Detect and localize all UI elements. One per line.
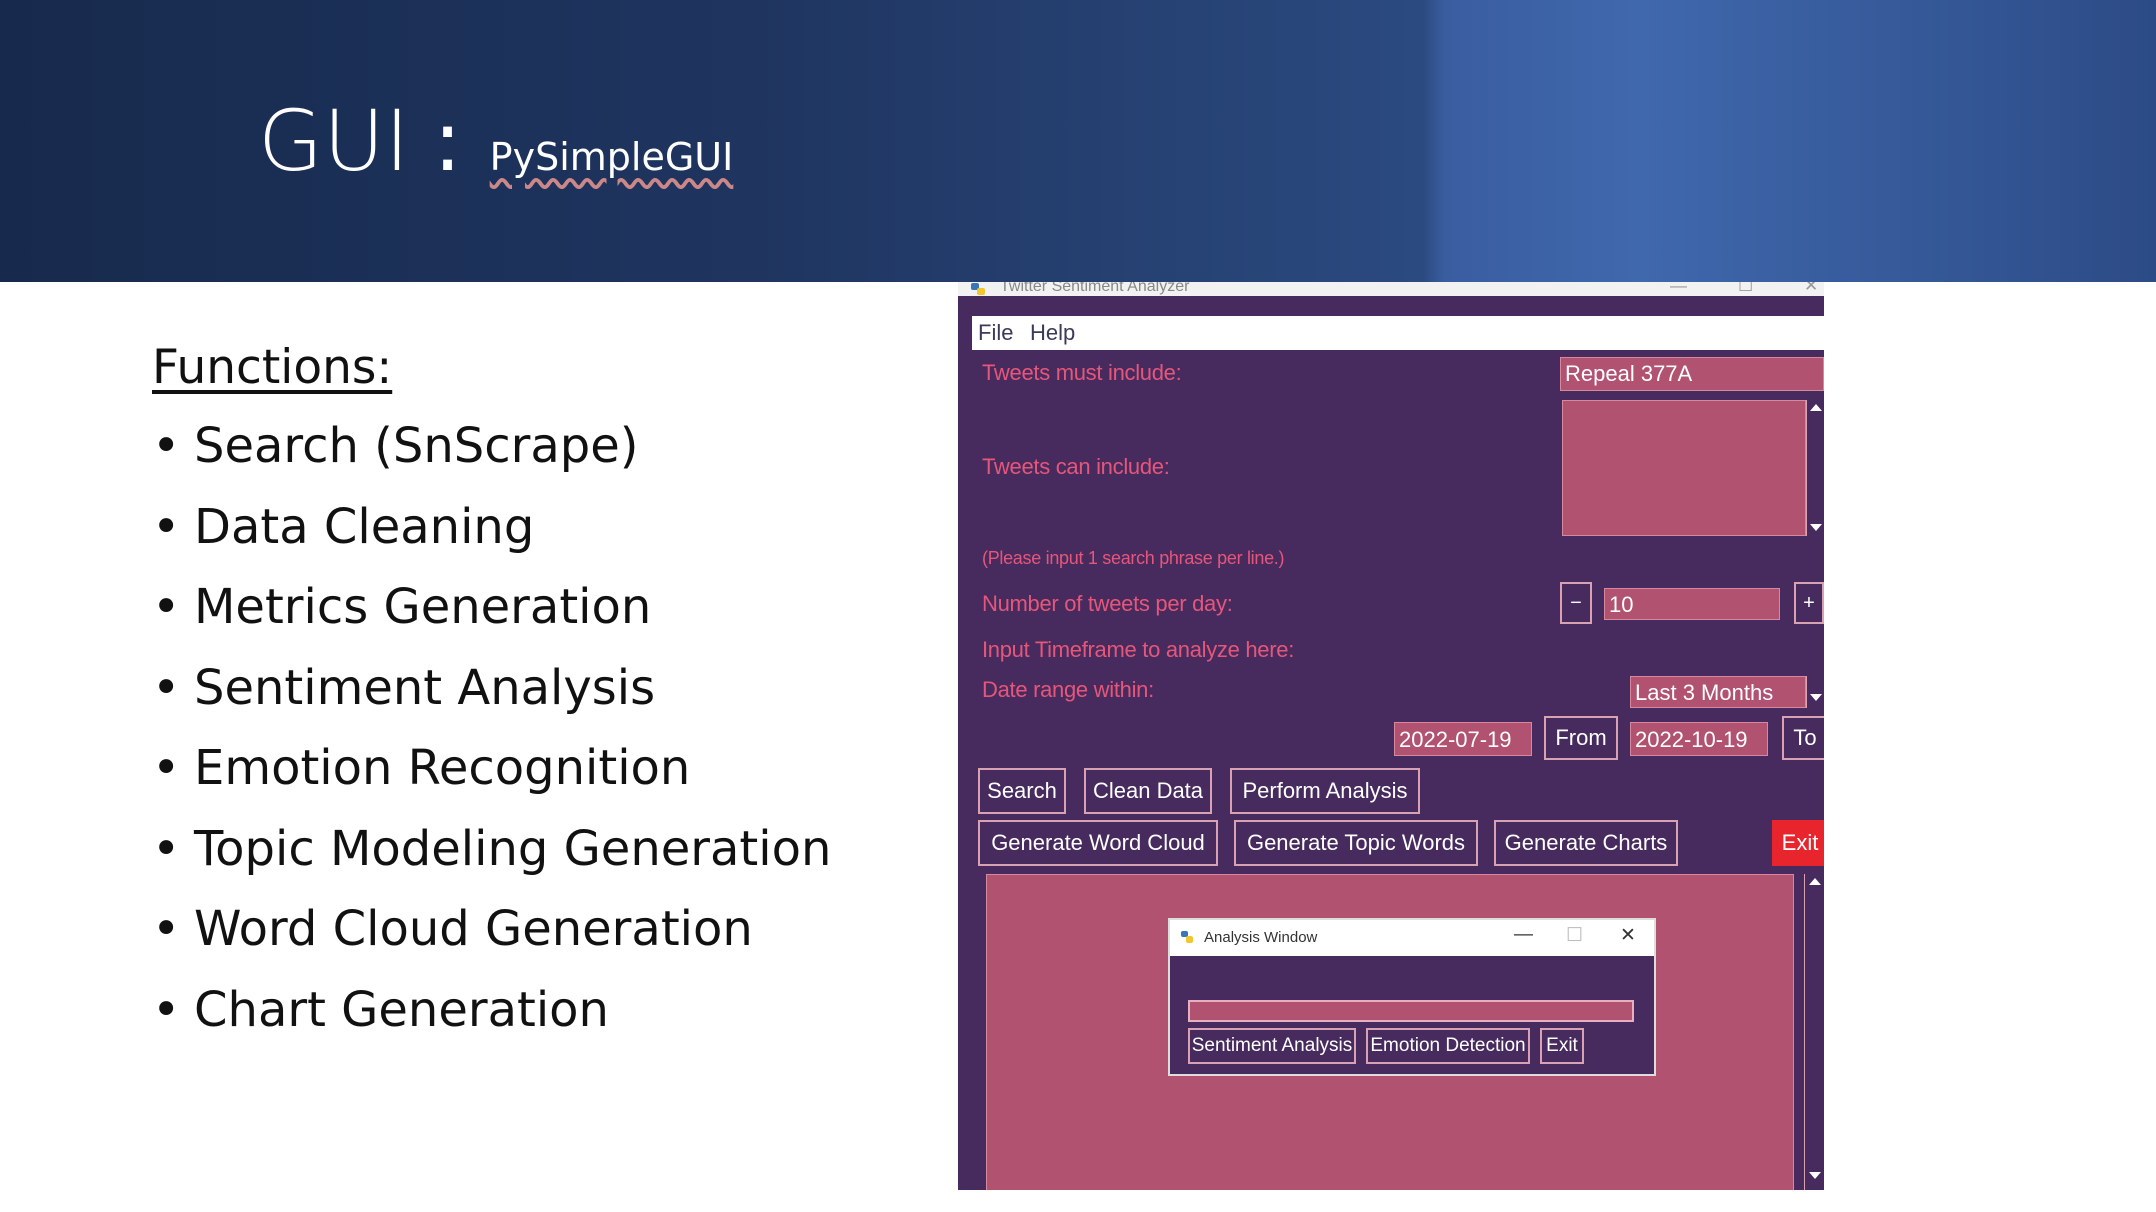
date-range-label: Date range within: [982,677,1154,702]
function-label: Sentiment Analysis [194,659,656,716]
analysis-window-titlebar: Analysis Window — ☐ ✕ [1170,920,1654,956]
tweets-per-day-label: Number of tweets per day: [982,591,1233,616]
chevron-down-icon[interactable] [1810,694,1822,701]
bullet-icon: • [152,498,181,555]
can-include-label: Tweets can include: [982,454,1170,479]
scroll-up-icon[interactable] [1810,404,1822,411]
from-date-input[interactable]: 2022-07-19 [1394,722,1532,756]
decrement-button[interactable]: − [1560,582,1592,624]
maximize-icon[interactable]: ☐ [1738,282,1753,296]
increment-button[interactable]: + [1794,582,1824,624]
scroll-down-icon[interactable] [1809,1172,1821,1179]
bullet-icon: • [152,820,181,877]
generate-word-cloud-button[interactable]: Generate Word Cloud [978,820,1218,866]
menu-help[interactable]: Help [1030,320,1075,346]
list-item: • Chart Generation [152,982,932,1063]
to-button[interactable]: To [1782,716,1824,760]
scroll-up-icon[interactable] [1809,878,1821,885]
progress-bar [1188,1000,1634,1022]
must-include-label: Tweets must include: [982,360,1182,385]
clean-data-button[interactable]: Clean Data [1084,768,1212,814]
can-include-textarea[interactable] [1562,400,1806,536]
function-label: Data Cleaning [194,498,535,555]
exit-button[interactable]: Exit [1772,820,1824,866]
perform-analysis-button[interactable]: Perform Analysis [1230,768,1420,814]
bullet-icon: • [152,579,181,635]
to-date-input[interactable]: 2022-10-19 [1630,722,1768,756]
list-item: • Word Cloud Generation [152,901,932,982]
close-icon[interactable]: ✕ [1804,282,1818,296]
analysis-exit-button[interactable]: Exit [1540,1028,1584,1064]
dropdown-toggle[interactable] [1806,676,1824,708]
functions-list: • Search (SnScrape) • Data Cleaning • Metri… [152,418,932,1062]
function-label: Search (SnScrape) [194,418,639,474]
functions-heading: Functions: [152,340,393,395]
bullet-icon: • [152,901,181,957]
from-button[interactable]: From [1544,716,1618,760]
python-logo-icon [971,283,985,295]
window-titlebar: Twitter Sentiment Analyzer — ☐ ✕ [958,282,1824,296]
tweets-per-day-input[interactable]: 10 [1604,588,1780,620]
generate-topic-words-button[interactable]: Generate Topic Words [1234,820,1478,866]
scroll-down-icon[interactable] [1810,524,1822,531]
maximize-icon[interactable]: ☐ [1566,924,1583,947]
function-label: Chart Generation [194,981,609,1038]
list-item: • Topic Modeling Generation [152,821,932,902]
window-title: Twitter Sentiment Analyzer [1000,282,1190,295]
slide-header: GUI : PySimpleGUI [0,0,2156,282]
bullet-icon: • [152,659,181,716]
slide-subtitle: PySimpleGUI [489,135,734,179]
bullet-icon: • [152,981,181,1038]
output-scrollbar[interactable] [1804,874,1824,1190]
menu-file[interactable]: File [978,320,1013,346]
list-item: • Search (SnScrape) [152,418,932,499]
slide-title: GUI [258,92,410,190]
python-logo-icon [1181,931,1193,943]
functions-section: Functions: • Search (SnScrape) • Data Clea… [152,340,932,1062]
search-button[interactable]: Search [978,768,1066,814]
menu-bar: File Help [972,316,1824,350]
hint-label: (Please input 1 search phrase per line.) [982,548,1285,568]
list-item: • Emotion Recognition [152,740,932,821]
date-range-select[interactable]: Last 3 Months [1630,676,1806,708]
generate-charts-button[interactable]: Generate Charts [1494,820,1678,866]
bullet-icon: • [152,418,181,474]
minimize-icon[interactable]: — [1514,924,1533,946]
function-label: Word Cloud Generation [194,901,753,957]
app-window: Twitter Sentiment Analyzer — ☐ ✕ File He… [958,282,1824,1190]
analysis-window-title: Analysis Window [1204,929,1318,946]
function-label: Topic Modeling Generation [194,820,832,877]
emotion-detection-button[interactable]: Emotion Detection [1366,1028,1530,1064]
minimize-icon[interactable]: — [1670,282,1687,296]
bullet-icon: • [152,740,181,796]
function-label: Emotion Recognition [194,740,691,796]
analysis-window: Analysis Window — ☐ ✕ Sentiment Analysis… [1170,920,1654,1074]
list-item: • Data Cleaning [152,499,932,580]
slide-title-row: GUI : PySimpleGUI [258,92,733,190]
timeframe-label: Input Timeframe to analyze here: [982,637,1295,662]
close-icon[interactable]: ✕ [1620,924,1636,947]
list-item: • Sentiment Analysis [152,660,932,741]
must-include-input[interactable]: Repeal 377A [1560,357,1824,391]
title-separator: : [433,92,462,190]
sentiment-analysis-button[interactable]: Sentiment Analysis [1188,1028,1356,1064]
function-label: Metrics Generation [194,579,652,635]
list-item: • Metrics Generation [152,579,932,660]
textarea-scrollbar[interactable] [1806,400,1824,536]
